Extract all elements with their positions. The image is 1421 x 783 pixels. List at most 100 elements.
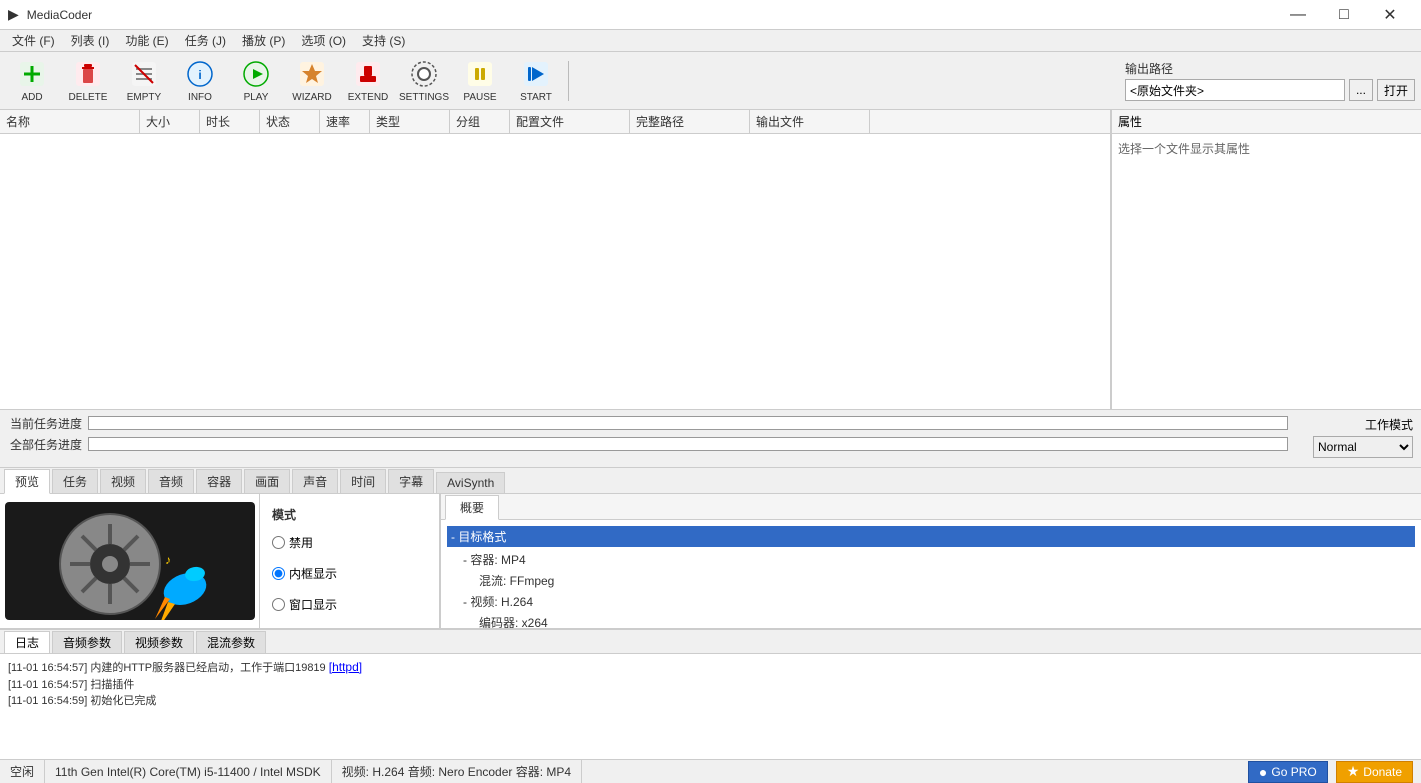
empty-icon — [128, 58, 160, 90]
tree-root[interactable]: - 目标格式 — [447, 526, 1415, 547]
workmode-section: 工作模式 Normal Batch Queue — [1313, 416, 1413, 458]
mode-window-row: 窗口显示 — [272, 596, 427, 613]
output-path-area: 输出路径 ... 打开 — [1125, 60, 1415, 101]
donate-star-icon: ★ — [1347, 763, 1360, 780]
gopro-button[interactable]: ● Go PRO — [1248, 761, 1328, 783]
mode-window-radio[interactable] — [272, 598, 285, 611]
table-header-状态: 状态 — [260, 110, 320, 133]
log-line: [11-01 16:54:59] 初始化已完成 — [8, 693, 1413, 710]
donate-button[interactable]: ★ Donate — [1336, 761, 1413, 783]
open-button[interactable]: 打开 — [1377, 79, 1415, 101]
mode-inner-row: 内框显示 — [272, 565, 427, 582]
mode-disabled-row: 禁用 — [272, 534, 427, 551]
output-path-input[interactable] — [1125, 79, 1345, 101]
table-header-输出文件: 输出文件 — [750, 110, 870, 133]
settings-tab-audio[interactable]: 音频 — [148, 469, 194, 493]
mode-disabled-radio[interactable] — [272, 536, 285, 549]
close-button[interactable]: ✕ — [1367, 0, 1413, 30]
log-line: [11-01 16:54:57] 扫描插件 — [8, 677, 1413, 694]
toolbar-extend-button[interactable]: EXTEND — [342, 57, 394, 105]
menu-item-play[interactable]: 播放 (P) — [234, 30, 293, 51]
summary-tab-bar: 概要 — [441, 494, 1421, 520]
donate-label: Donate — [1363, 765, 1402, 779]
mode-panel-area: 模式 禁用 内框显示 窗口显示 组合显示 更新间隔 150 ms — [260, 494, 440, 628]
settings-tab-sound[interactable]: 声音 — [292, 469, 338, 493]
summary-tree: - 目标格式- 容器: MP4混流: FFmpeg- 视频: H.264编码器:… — [447, 526, 1415, 628]
settings-tab-subtitle[interactable]: 字幕 — [388, 469, 434, 493]
settings-tab-container[interactable]: 容器 — [196, 469, 242, 493]
maximize-button[interactable]: □ — [1321, 0, 1367, 30]
toolbar-delete-button[interactable]: DELETE — [62, 57, 114, 105]
table-body — [0, 134, 1110, 409]
table-header: 名称大小时长状态速率类型分组配置文件完整路径输出文件 — [0, 110, 1110, 134]
settings-tab-task[interactable]: 任务 — [52, 469, 98, 493]
menu-item-task[interactable]: 任务 (J) — [177, 30, 234, 51]
settings-icon — [408, 58, 440, 90]
extend-icon — [352, 58, 384, 90]
start-icon — [520, 58, 552, 90]
log-tab-log[interactable]: 日志 — [4, 631, 50, 653]
toolbar-empty-button[interactable]: EMPTY — [118, 57, 170, 105]
toolbar-pause-button[interactable]: PAUSE — [454, 57, 506, 105]
settings-tab-picture[interactable]: 画面 — [244, 469, 290, 493]
right-panel: 概要 - 目标格式- 容器: MP4混流: FFmpeg- 视频: H.264编… — [440, 494, 1421, 628]
toolbar-settings-button[interactable]: SETTINGS — [398, 57, 450, 105]
table-header-完整路径: 完整路径 — [630, 110, 750, 133]
table-header-分组: 分组 — [450, 110, 510, 133]
log-link-httpd[interactable]: [httpd] — [329, 660, 362, 674]
table-header-时长: 时长 — [200, 110, 260, 133]
menu-item-function[interactable]: 功能 (E) — [117, 30, 176, 51]
menu-item-options[interactable]: 选项 (O) — [293, 30, 354, 51]
menu-item-file[interactable]: 文件 (F) — [4, 30, 63, 51]
browse-button[interactable]: ... — [1349, 79, 1373, 101]
toolbar-buttons: ADDDELETEEMPTYiINFOPLAYWIZARDEXTENDSETTI… — [6, 57, 562, 105]
menubar: 文件 (F)列表 (I)功能 (E)任务 (J)播放 (P)选项 (O)支持 (… — [0, 30, 1421, 52]
summary-tab[interactable]: 概要 — [445, 495, 499, 520]
total-progress-row: 全部任务进度 — [8, 435, 1413, 453]
toolbar-play-button[interactable]: PLAY — [230, 57, 282, 105]
app-icon: ▶ — [8, 6, 19, 23]
settings-tab-content: ♪ 模式 禁用 内框显示 窗口显示 组合显示 更 — [0, 494, 1421, 628]
info-icon: i — [184, 58, 216, 90]
log-tab-mux[interactable]: 混流参数 — [196, 631, 266, 653]
menu-item-list[interactable]: 列表 (I) — [63, 30, 118, 51]
table-header-速率: 速率 — [320, 110, 370, 133]
total-progress-bar — [88, 437, 1288, 451]
properties-title: 属性 — [1118, 113, 1142, 130]
workmode-select[interactable]: Normal Batch Queue — [1313, 436, 1413, 458]
toolbar: ADDDELETEEMPTYiINFOPLAYWIZARDEXTENDSETTI… — [0, 52, 1421, 110]
toolbar-info-button[interactable]: iINFO — [174, 57, 226, 105]
settings-tab-bar: 预览任务视频音频容器画面声音时间字幕AviSynth — [0, 468, 1421, 494]
log-content: [11-01 16:54:57] 内建的HTTP服务器已经启动，工作于端口198… — [0, 654, 1421, 759]
add-icon — [16, 58, 48, 90]
toolbar-separator — [568, 61, 569, 101]
mode-title: 模式 — [272, 506, 427, 523]
table-header-名称: 名称 — [0, 110, 140, 133]
log-tab-video[interactable]: 视频参数 — [124, 631, 194, 653]
log-tab-audio[interactable]: 音频参数 — [52, 631, 122, 653]
mode-window-label: 窗口显示 — [289, 596, 337, 613]
tree-item: 混流: FFmpeg — [447, 570, 1415, 591]
mode-inner-radio[interactable] — [272, 567, 285, 580]
menu-item-support[interactable]: 支持 (S) — [354, 30, 413, 51]
status-cpu: 11th Gen Intel(R) Core(TM) i5-11400 / In… — [45, 760, 332, 783]
toolbar-start-button[interactable]: START — [510, 57, 562, 105]
titlebar-controls: — □ ✕ — [1275, 0, 1413, 30]
settings-tab-video[interactable]: 视频 — [100, 469, 146, 493]
minimize-button[interactable]: — — [1275, 0, 1321, 30]
settings-tab-avisynth[interactable]: AviSynth — [436, 472, 505, 493]
workmode-label: 工作模式 — [1365, 416, 1413, 433]
status-codec: 视频: H.264 音频: Nero Encoder 容器: MP4 — [332, 760, 582, 783]
current-progress-row: 当前任务进度 — [8, 414, 1413, 432]
table-header-类型: 类型 — [370, 110, 450, 133]
settings-tab-time[interactable]: 时间 — [340, 469, 386, 493]
total-progress-label: 全部任务进度 — [8, 436, 88, 453]
idle-text: 空闲 — [10, 763, 34, 780]
status-idle: 空闲 — [0, 760, 45, 783]
delete-icon — [72, 58, 104, 90]
settings-tab-preview[interactable]: 预览 — [4, 469, 50, 494]
toolbar-wizard-button[interactable]: WIZARD — [286, 57, 338, 105]
toolbar-add-button[interactable]: ADD — [6, 57, 58, 105]
log-line: [11-01 16:54:57] 内建的HTTP服务器已经启动，工作于端口198… — [8, 658, 1413, 677]
properties-placeholder: 选择一个文件显示其属性 — [1118, 142, 1250, 156]
